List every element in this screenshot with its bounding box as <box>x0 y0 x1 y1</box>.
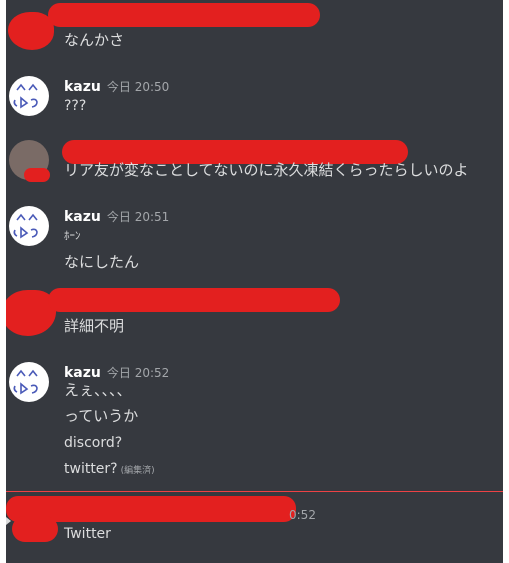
timestamp: 今日 20:50 <box>106 80 170 94</box>
message-text: twitter? (編集済) <box>64 459 155 481</box>
author-name[interactable]: kazu <box>64 209 101 225</box>
avatar[interactable] <box>9 76 49 116</box>
edited-label: (編集済) <box>120 466 155 476</box>
timestamp: 今日 20:51 <box>106 210 170 224</box>
timestamp: 0:52 <box>289 508 316 522</box>
avatar[interactable] <box>9 362 49 402</box>
redacted-username <box>48 3 320 27</box>
message-text: なにしたん <box>64 253 140 271</box>
message-text: っていうか <box>64 407 139 425</box>
message-text: 詳細不明 <box>64 317 125 335</box>
redaction-mark <box>24 168 50 182</box>
unread-marker-icon <box>6 517 11 525</box>
kazu-avatar-face-icon <box>13 83 38 109</box>
kazu-avatar-face-icon <box>13 369 38 395</box>
author-name[interactable]: kazu <box>64 365 101 381</box>
message-text: リア友が変なことしてないのに永久凍結くらったらしいのよ <box>64 161 469 179</box>
avatar[interactable] <box>12 516 58 542</box>
avatar[interactable] <box>9 206 49 246</box>
redacted-username <box>48 288 340 312</box>
message-text: Twitter <box>64 526 111 542</box>
message-text: ??? <box>64 98 87 114</box>
chat-panel: なんかさ kazu 今日 20:50 ??? リア友が変なことしてないのに永久凍結… <box>6 0 503 563</box>
message-text-value: twitter? <box>64 461 118 477</box>
author-name[interactable]: kazu <box>64 79 101 95</box>
message-text: ﾎｰﾝ <box>64 229 81 242</box>
kazu-avatar-face-icon <box>13 213 38 239</box>
message-text: えぇ、、、、 <box>64 381 132 399</box>
new-messages-divider <box>6 491 503 492</box>
message-text: なんかさ <box>64 31 125 49</box>
timestamp: 今日 20:52 <box>106 366 170 380</box>
message-text: discord? <box>64 435 123 451</box>
avatar[interactable] <box>8 12 54 50</box>
